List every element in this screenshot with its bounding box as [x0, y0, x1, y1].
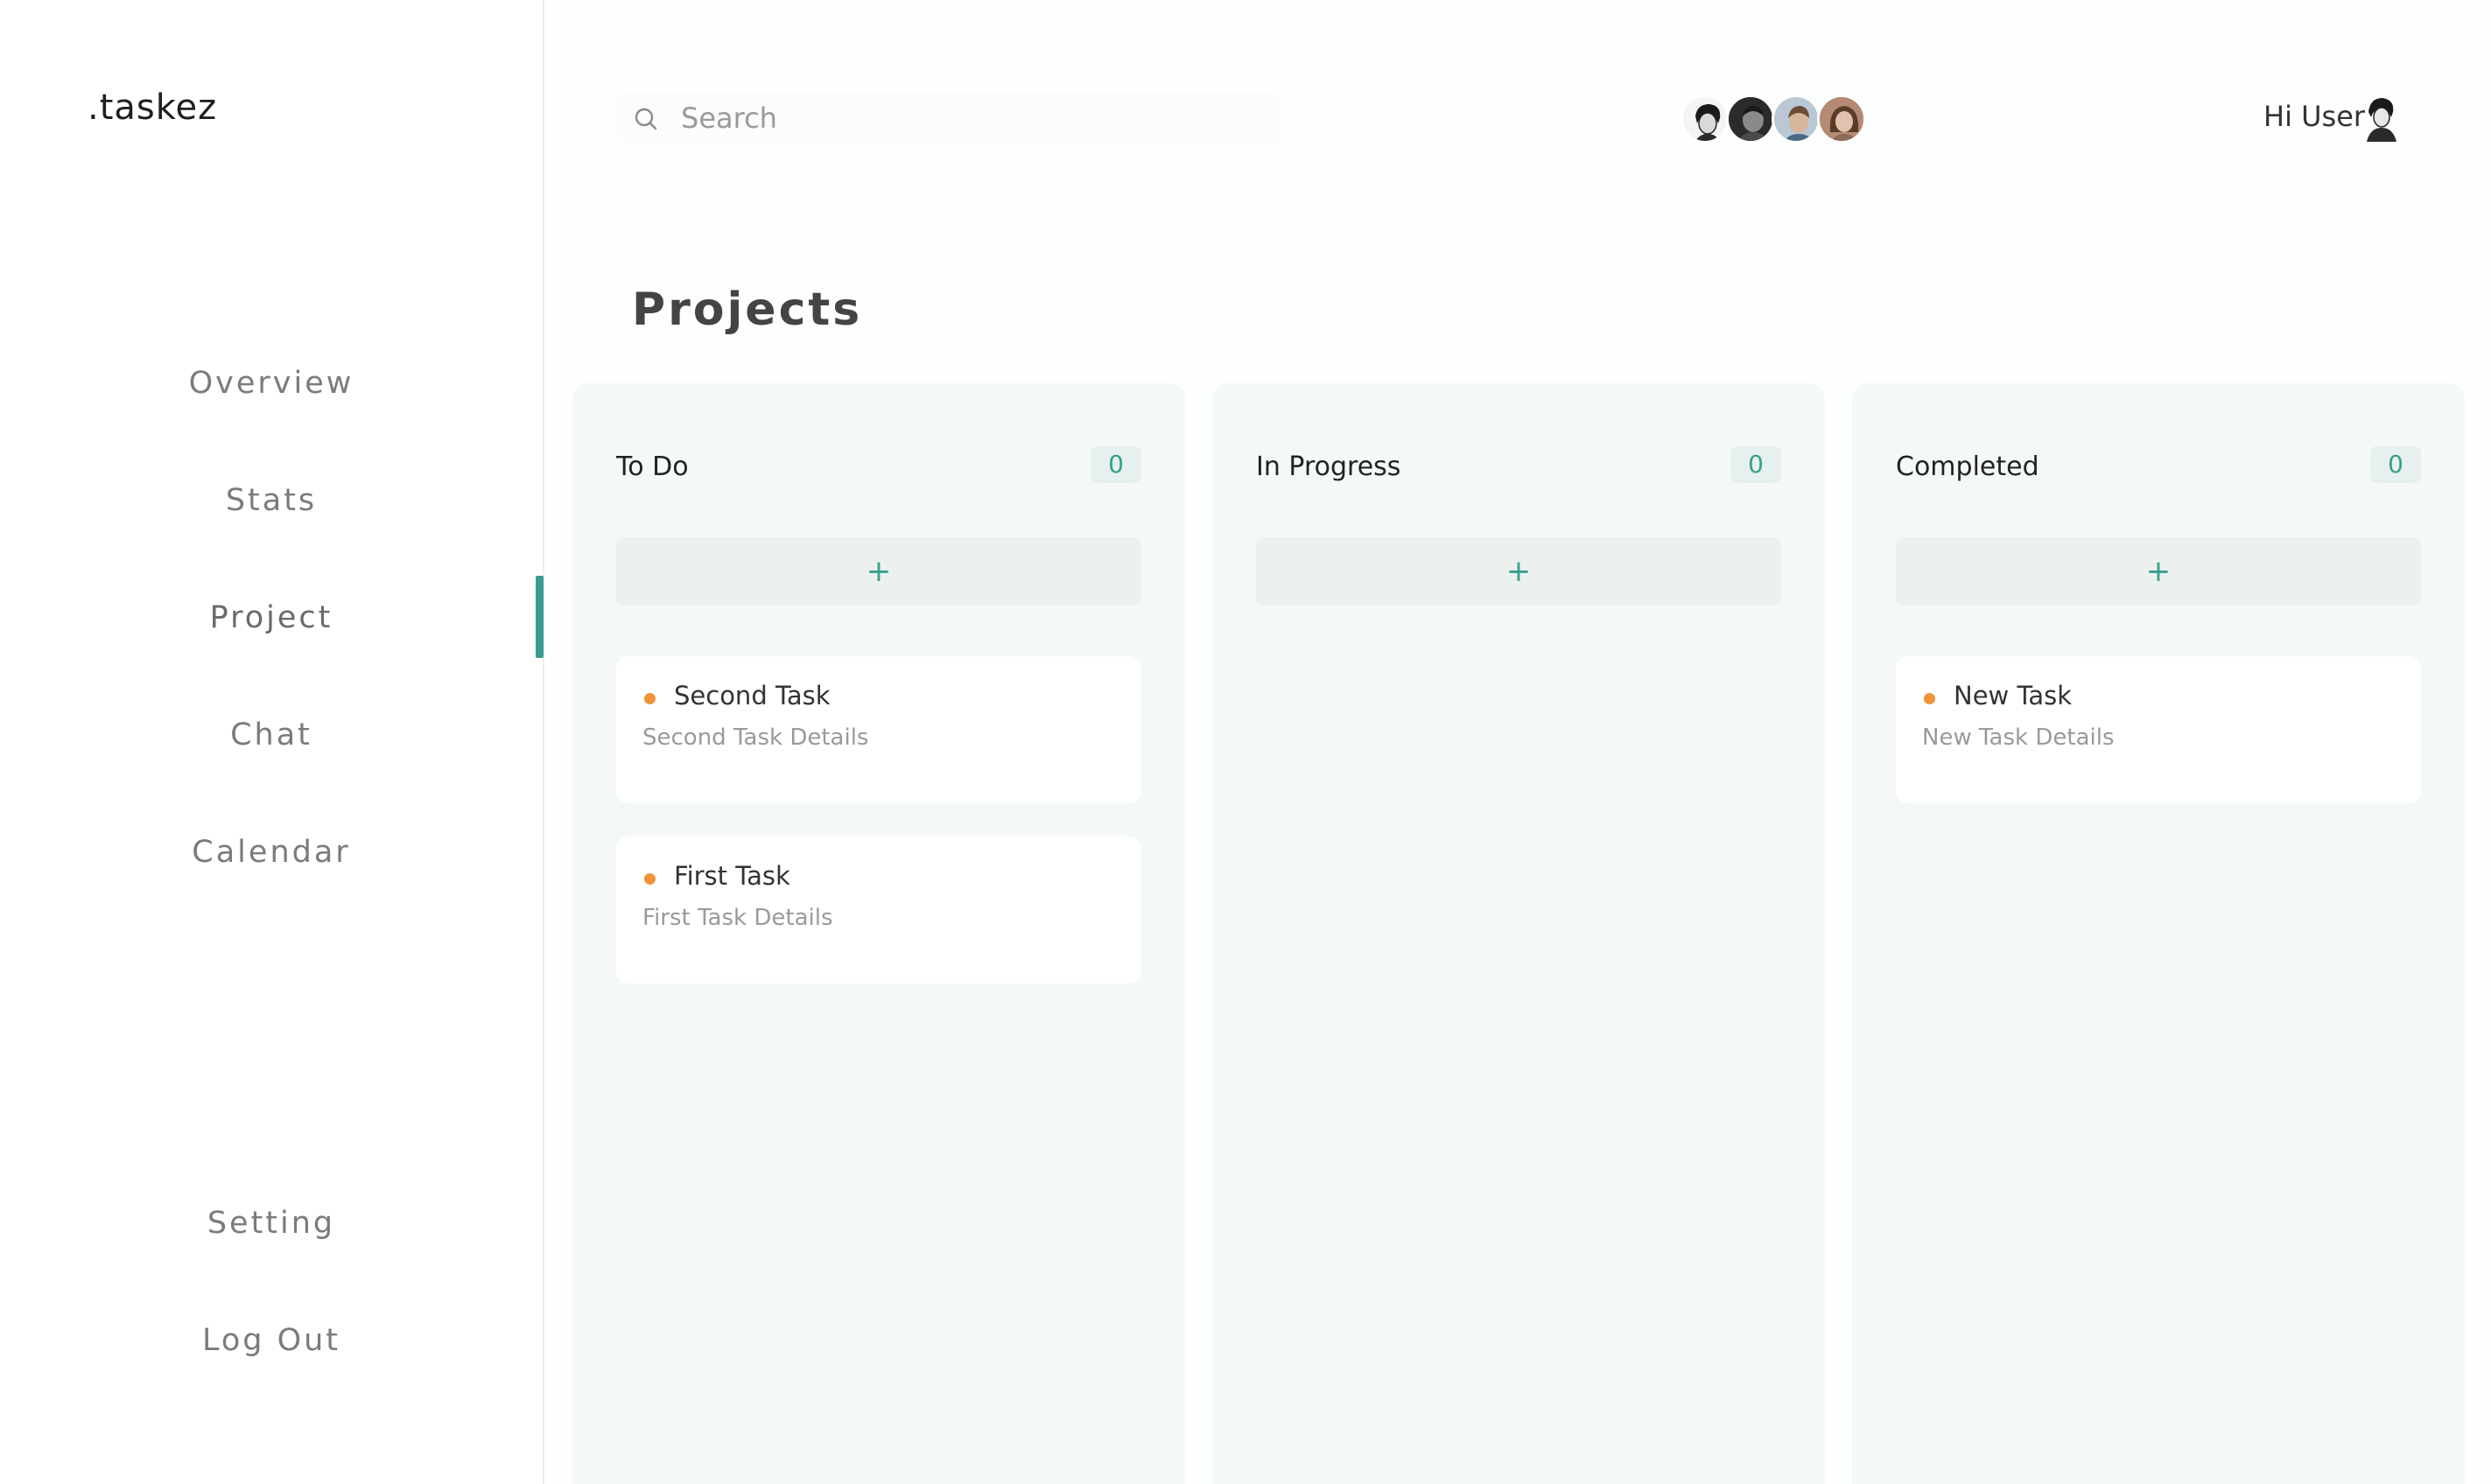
board-column-in-progress: In Progress 0 +: [1212, 383, 1825, 1484]
task-title: New Task: [1954, 681, 2073, 710]
add-task-button[interactable]: +: [1896, 537, 2421, 606]
team-avatars[interactable]: [1681, 94, 1873, 144]
sidebar-item-project[interactable]: Project: [0, 600, 543, 635]
search-icon: [635, 108, 657, 130]
search-bar: [618, 93, 1280, 144]
board-column-todo: To Do 0 + Second Task Second Task Detail…: [572, 383, 1185, 1484]
sidebar-item-overview[interactable]: Overview: [0, 366, 543, 401]
board-column-completed: Completed 0 + New Task New Task Details: [1852, 383, 2465, 1484]
search-input[interactable]: [681, 93, 1259, 144]
task-details: New Task Details: [1922, 724, 2115, 751]
sidebar-item-setting[interactable]: Setting: [0, 1206, 543, 1241]
column-title: Completed: [1896, 452, 2039, 482]
column-count-badge: 0: [1091, 446, 1141, 483]
sidebar: .taskez Overview Stats Project Chat Cale…: [0, 0, 544, 1484]
team-avatar-4[interactable]: [1817, 94, 1866, 144]
team-avatar-3[interactable]: [1772, 94, 1821, 144]
app-logo[interactable]: .taskez: [88, 88, 217, 128]
team-avatar-1[interactable]: [1681, 94, 1730, 144]
priority-dot: [1924, 693, 1935, 704]
user-greeting: Hi User: [2263, 100, 2366, 133]
sidebar-item-stats[interactable]: Stats: [0, 483, 543, 518]
sidebar-item-logout[interactable]: Log Out: [0, 1323, 543, 1358]
column-count-badge: 0: [2370, 446, 2421, 483]
column-count-badge: 0: [1730, 446, 1781, 483]
task-title: Second Task: [674, 681, 831, 710]
task-title: First Task: [674, 861, 790, 891]
column-title: In Progress: [1256, 452, 1401, 482]
task-details: Second Task Details: [642, 724, 869, 751]
team-avatar-2[interactable]: [1726, 94, 1775, 144]
add-task-button[interactable]: +: [616, 537, 1141, 606]
sidebar-item-calendar[interactable]: Calendar: [0, 835, 543, 870]
task-card[interactable]: Second Task Second Task Details: [616, 656, 1141, 803]
priority-dot: [644, 693, 656, 704]
priority-dot: [644, 873, 656, 885]
task-details: First Task Details: [642, 905, 833, 931]
task-card[interactable]: New Task New Task Details: [1896, 656, 2421, 803]
active-nav-indicator: [536, 576, 544, 658]
column-title: To Do: [616, 452, 689, 482]
add-task-button[interactable]: +: [1256, 537, 1781, 606]
page-title: Projects: [632, 284, 863, 336]
task-card[interactable]: First Task First Task Details: [616, 836, 1141, 984]
sidebar-item-chat[interactable]: Chat: [0, 718, 543, 752]
app-root: .taskez Overview Stats Project Chat Cale…: [0, 0, 2491, 1484]
user-avatar[interactable]: [2360, 93, 2403, 142]
